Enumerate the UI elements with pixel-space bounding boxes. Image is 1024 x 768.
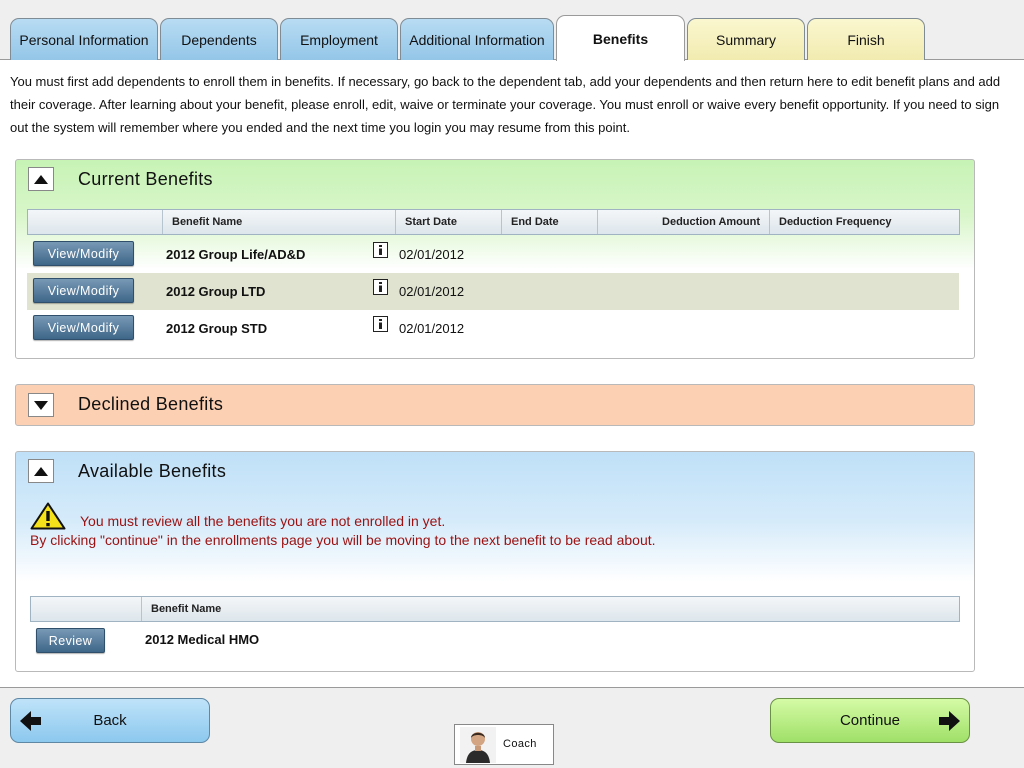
tab-bar: Personal Information Dependents Employme…	[0, 0, 1024, 61]
tab-personal-information[interactable]: Personal Information	[10, 18, 158, 60]
table-row: View/Modify 2012 Group STD 02/01/2012	[27, 310, 959, 347]
start-date: 02/01/2012	[399, 321, 465, 336]
benefit-name: 2012 Group Life/AD&D	[166, 247, 306, 262]
tab-label: Additional Information	[409, 31, 545, 48]
table-row: View/Modify 2012 Group Life/AD&D 02/01/2…	[27, 236, 959, 273]
warning-message: You must review all the benefits you are…	[80, 513, 446, 529]
continue-button[interactable]: Continue	[770, 698, 970, 743]
expand-declined-benefits-button[interactable]	[28, 393, 54, 417]
coach-button[interactable]: Coach	[454, 724, 554, 765]
tab-finish[interactable]: Finish	[807, 18, 925, 60]
column-header-benefit-name: Benefit Name	[162, 210, 395, 234]
review-button[interactable]: Review	[36, 628, 105, 653]
continue-label: Continue	[839, 712, 901, 729]
info-icon[interactable]	[373, 242, 388, 258]
current-benefits-panel: Current Benefits Benefit Name Start Date…	[15, 159, 975, 359]
back-button[interactable]: Back	[10, 698, 210, 743]
tab-label: Dependents	[181, 31, 257, 48]
view-modify-button[interactable]: View/Modify	[33, 278, 134, 303]
declined-benefits-title: Declined Benefits	[78, 394, 224, 414]
declined-benefits-panel: Declined Benefits	[15, 384, 975, 426]
arrow-left-icon	[20, 711, 41, 731]
column-header-deduction-frequency: Deduction Frequency	[769, 210, 959, 234]
collapse-current-benefits-button[interactable]	[28, 167, 54, 191]
column-header-action	[28, 210, 162, 234]
tab-label: Personal Information	[19, 31, 149, 48]
tab-label: Benefits	[592, 30, 649, 47]
warning-triangle-icon	[30, 502, 66, 530]
benefit-name: 2012 Group STD	[166, 321, 268, 336]
info-icon[interactable]	[373, 316, 388, 332]
triangle-down-icon	[34, 400, 48, 410]
benefit-name: 2012 Group LTD	[166, 284, 266, 299]
available-benefits-panel: Available Benefits You must review all t…	[15, 451, 975, 672]
current-benefits-title: Current Benefits	[78, 169, 213, 189]
available-benefits-table-header: Benefit Name	[30, 596, 960, 622]
view-modify-button[interactable]: View/Modify	[33, 241, 134, 266]
view-modify-button[interactable]: View/Modify	[33, 315, 134, 340]
tab-label: Finish	[847, 31, 885, 48]
tab-summary[interactable]: Summary	[687, 18, 805, 60]
column-header-action	[31, 597, 141, 621]
tab-benefits[interactable]: Benefits	[556, 15, 685, 61]
triangle-up-icon	[34, 466, 48, 476]
back-label: Back	[93, 712, 127, 729]
start-date: 02/01/2012	[399, 284, 465, 299]
tab-dependents[interactable]: Dependents	[160, 18, 278, 60]
warning-message-detail: By clicking "continue" in the enrollment…	[30, 532, 656, 548]
coach-label: Coach	[503, 738, 537, 750]
tab-employment[interactable]: Employment	[280, 18, 398, 60]
arrow-right-icon	[939, 711, 960, 731]
benefit-name: 2012 Medical HMO	[145, 632, 260, 647]
intro-instructions: You must first add dependents to enroll …	[10, 74, 1001, 135]
tab-label: Summary	[716, 31, 776, 48]
column-header-end-date: End Date	[501, 210, 597, 234]
current-benefits-table-header: Benefit Name Start Date End Date Deducti…	[27, 209, 960, 235]
footer-navigation: Back Continue Coach	[0, 687, 1024, 768]
column-header-start-date: Start Date	[395, 210, 501, 234]
coach-avatar	[460, 727, 496, 763]
tab-label: Employment	[300, 31, 378, 48]
available-benefits-title: Available Benefits	[78, 461, 227, 481]
column-header-deduction-amount: Deduction Amount	[597, 210, 769, 234]
table-row: View/Modify 2012 Group LTD 02/01/2012	[27, 273, 959, 310]
collapse-available-benefits-button[interactable]	[28, 459, 54, 483]
start-date: 02/01/2012	[399, 247, 465, 262]
triangle-up-icon	[34, 174, 48, 184]
tab-additional-information[interactable]: Additional Information	[400, 18, 554, 60]
info-icon[interactable]	[373, 279, 388, 295]
column-header-benefit-name: Benefit Name	[141, 597, 959, 621]
